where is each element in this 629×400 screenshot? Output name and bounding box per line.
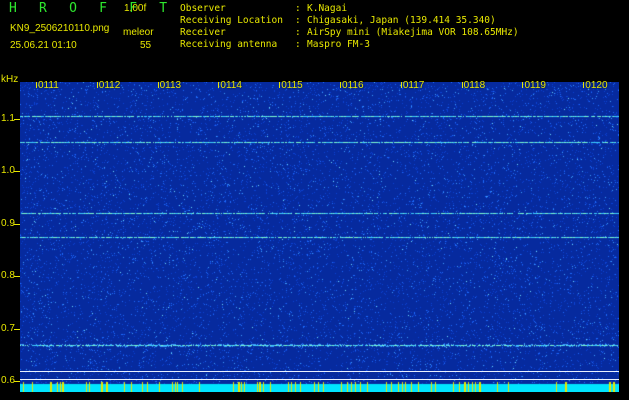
filename-label: KN9_2506210110.png xyxy=(10,23,110,34)
x-tick-label: 0113 xyxy=(159,80,182,91)
y-tick-mark xyxy=(14,328,20,330)
x-tick-label: 0115 xyxy=(281,80,303,91)
y-tick-label: 0.7 xyxy=(1,322,15,334)
x-tick-label: 0118 xyxy=(463,80,486,91)
y-tick-mark xyxy=(14,223,20,225)
x-tick-label: 0114 xyxy=(220,80,242,91)
x-tick-mark xyxy=(157,82,159,88)
info-antenna: Receiving antenna: Maspro FM-3 xyxy=(180,39,370,50)
x-tick-mark xyxy=(96,82,98,88)
reference-line xyxy=(20,370,619,372)
y-tick-label: 0.8 xyxy=(1,270,15,282)
y-tick-label: 0.6 xyxy=(1,375,15,387)
app-title: H R O F F T xyxy=(9,1,175,16)
x-tick-label: 0116 xyxy=(342,80,364,91)
spectrogram-plot xyxy=(20,82,619,392)
reference-line xyxy=(20,378,619,380)
x-tick-mark xyxy=(279,82,281,88)
version-label: 1.00f xyxy=(124,3,147,14)
info-location: Receiving Location: Chigasaki, Japan (139… xyxy=(180,15,496,26)
y-tick-label: 0.9 xyxy=(1,217,15,229)
y-tick-mark xyxy=(14,118,20,120)
x-tick-mark xyxy=(400,82,402,88)
x-tick-mark xyxy=(522,82,524,88)
x-tick-label: 0120 xyxy=(585,80,608,91)
x-tick-mark xyxy=(340,82,342,88)
y-tick-label: 1.0 xyxy=(1,165,15,177)
y-tick-mark xyxy=(14,276,20,278)
x-tick-mark xyxy=(461,82,463,88)
x-tick-label: 0119 xyxy=(524,80,546,91)
x-tick-label: 0112 xyxy=(98,80,121,91)
datetime-label: 25.06.21 01:10 xyxy=(10,40,77,51)
x-tick-mark xyxy=(218,82,220,88)
x-tick-mark xyxy=(36,82,37,88)
mode-label: meleor xyxy=(123,27,154,38)
x-tick-label: 0111 xyxy=(38,80,59,91)
spectrogram-canvas xyxy=(20,82,619,392)
y-axis-unit: kHz xyxy=(1,74,19,85)
y-tick-mark xyxy=(14,381,20,383)
x-tick-mark xyxy=(583,82,585,88)
y-tick-mark xyxy=(14,171,20,173)
info-receiver: Receiver: AirSpy mini (Miakejima VOR 108.… xyxy=(180,27,519,38)
info-observer: Observer: K.Nagai xyxy=(180,3,348,14)
x-tick-label: 0117 xyxy=(402,80,425,91)
header-panel: H R O F F T 1.00f KN9_2506210110.png mel… xyxy=(0,0,629,72)
y-tick-label: 1.1 xyxy=(1,112,15,124)
count-label: 55 xyxy=(140,40,152,51)
